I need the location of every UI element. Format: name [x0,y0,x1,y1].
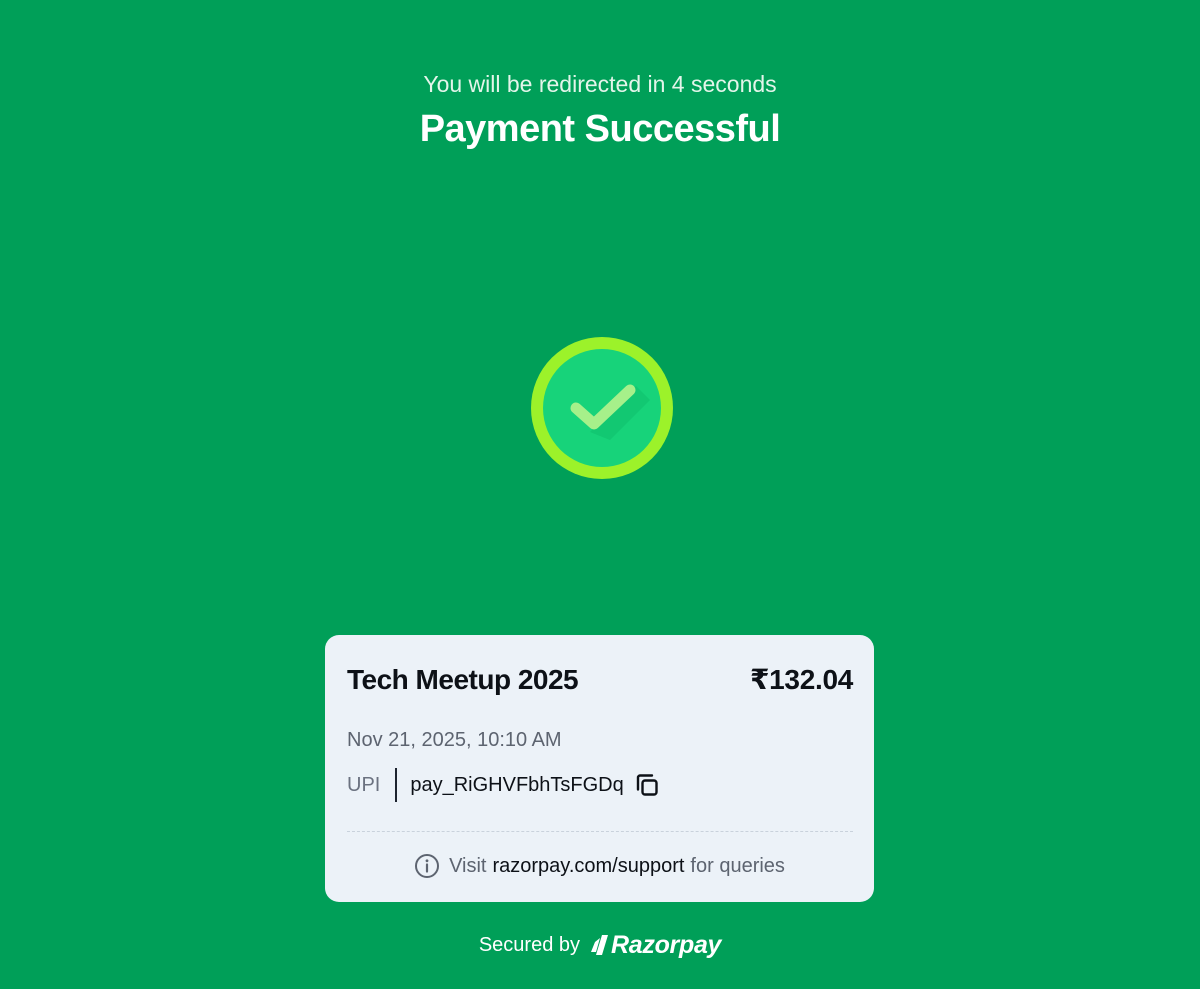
support-suffix: for queries [690,855,785,877]
razorpay-logo: Razorpay [588,930,721,960]
secured-by-label: Secured by [478,934,581,956]
support-info: Visit razorpay.com/support for queries [325,853,874,879]
copy-icon[interactable] [633,771,661,799]
support-prefix: Visit [449,855,487,877]
check-circle-icon [531,337,673,479]
payment-datetime: Nov 21, 2025, 10:10 AM [347,729,562,751]
dashed-divider [347,831,853,832]
razorpay-logo-text: Razorpay [611,931,722,959]
page-title: Payment Successful [419,108,781,150]
payment-details-card: Tech Meetup 2025 ₹132.04 Nov 21, 2025, 1… [325,635,874,902]
vertical-divider [395,768,398,802]
payment-amount: ₹132.04 [749,664,853,695]
redirect-message: You will be redirected in 4 seconds [423,71,777,97]
support-link[interactable]: razorpay.com/support [492,853,684,879]
merchant-name: Tech Meetup 2025 [347,664,579,695]
razorpay-logo-icon [591,935,609,955]
info-icon [415,854,440,878]
secured-by-footer: Secured by Razorpay [0,930,1200,960]
payment-id: pay_RiGHVFbhTsFGDq [410,774,624,796]
payment-method-row: UPI pay_RiGHVFbhTsFGDq [347,768,661,802]
payment-method: UPI [347,774,381,796]
